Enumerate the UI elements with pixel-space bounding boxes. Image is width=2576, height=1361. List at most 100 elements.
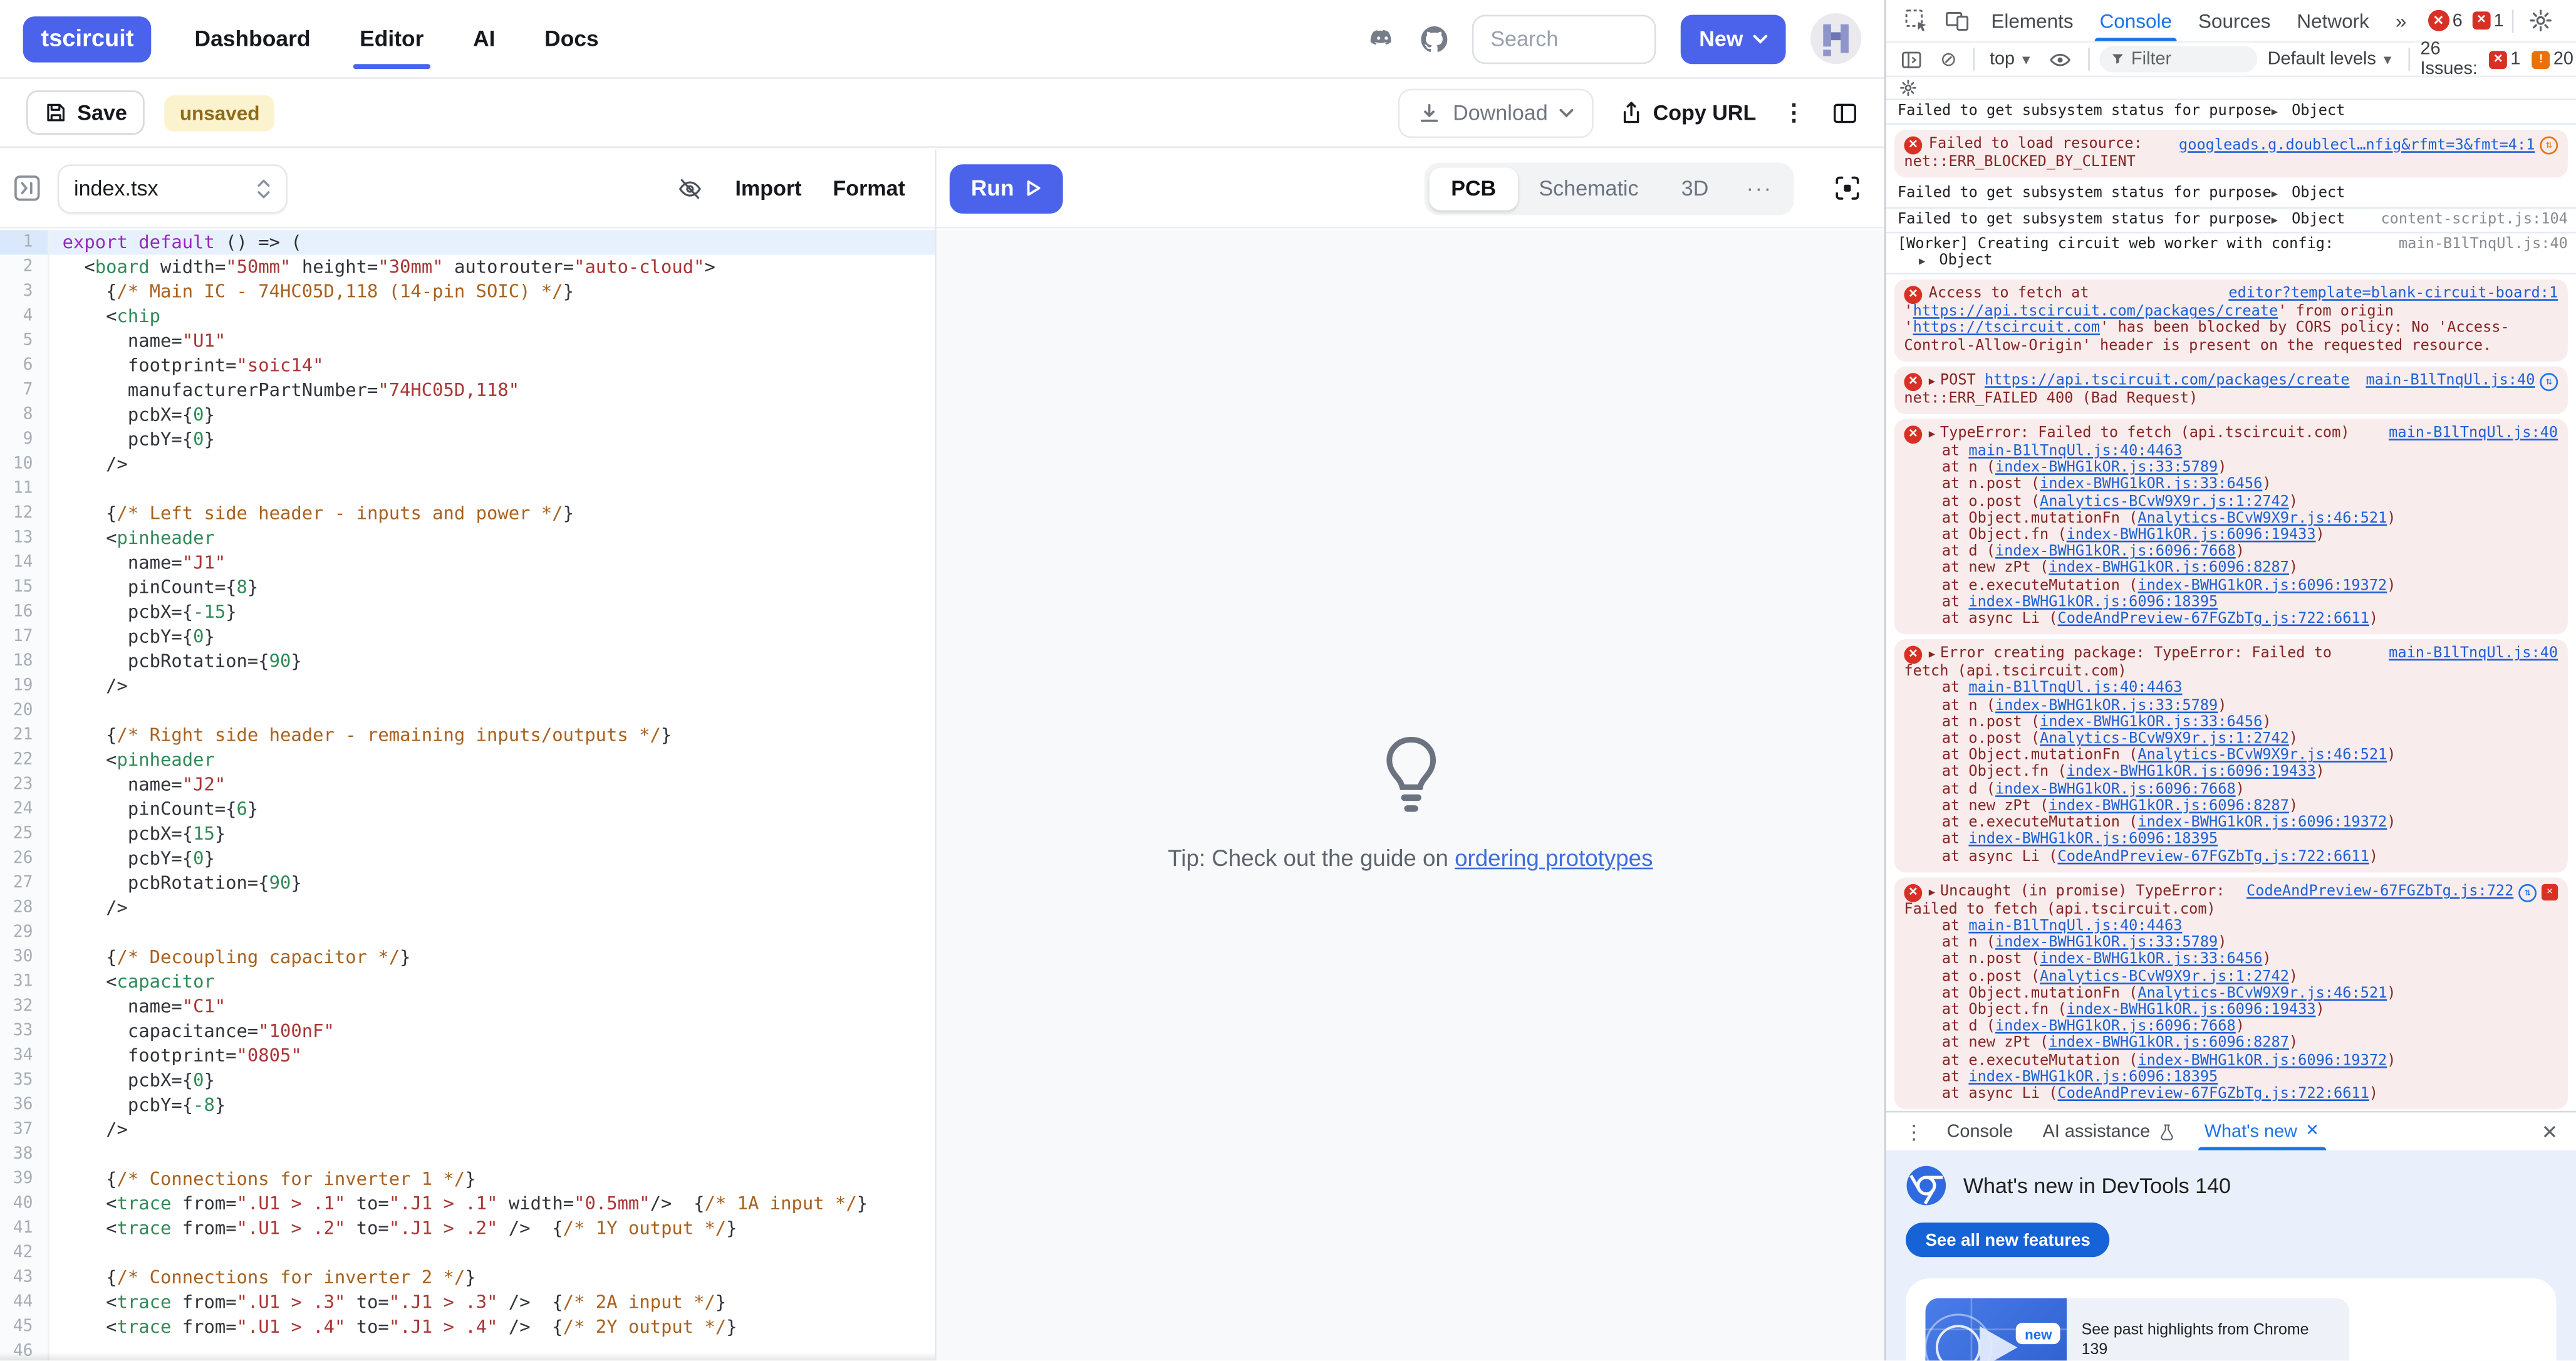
drawer-tab-console[interactable]: Console [1932,1112,2028,1150]
line-content[interactable]: pcbX={15} [49,821,935,846]
code-line[interactable]: 38 [0,1142,935,1167]
eye-icon[interactable] [2042,48,2079,70]
code-line[interactable]: 46 [0,1339,935,1360]
device-toolbar-icon[interactable] [1938,8,1976,33]
more-options-icon[interactable]: ⋮ [1782,98,1805,127]
file-select[interactable]: index.tsx [58,164,288,213]
stack-link[interactable]: main-B1lTnqUl.js:40:4463 [1968,444,2182,460]
devtools-tab-sources[interactable]: Sources [2187,0,2282,41]
line-content[interactable]: <chip [49,304,935,328]
line-content[interactable]: <pinheader [49,526,935,550]
code-line[interactable]: 11 [0,477,935,501]
issues-count-badge[interactable]: ✕1 [2473,11,2504,30]
stack-link[interactable]: index-BWHG1kOR.js:6096:7668 [1995,1019,2236,1035]
close-tab-icon[interactable]: ✕ [2305,1122,2319,1140]
code-line[interactable]: 44 <trace from=".U1 > .3" to=".J1 > .3" … [0,1290,935,1315]
console-source-link[interactable]: editor?template=blank-circuit-board:1 [2228,286,2558,303]
line-content[interactable]: {/* Connections for inverter 1 */} [49,1167,935,1191]
stack-link[interactable]: index-BWHG1kOR.js:33:6456 [2040,952,2262,968]
line-content[interactable]: <trace from=".U1 > .1" to=".J1 > .1" wid… [49,1191,935,1216]
console-source-link[interactable]: main-B1lTnqUl.js:40 [2389,425,2558,442]
line-content[interactable]: <trace from=".U1 > .3" to=".J1 > .3" /> … [49,1290,935,1315]
stack-link[interactable]: Analytics-BCvW9X9r.js:46:521 [2137,748,2387,764]
stack-link[interactable]: index-BWHG1kOR.js:33:6456 [2040,477,2262,494]
line-content[interactable]: pcbY={0} [49,625,935,649]
line-content[interactable]: capacitance="100nF" [49,1019,935,1043]
code-line[interactable]: 1export default () => ( [0,230,935,254]
expand-icon[interactable]: ▶ [1929,884,1935,900]
line-content[interactable]: export default () => ( [49,230,935,254]
expand-icon[interactable]: ▶ [2272,186,2278,203]
code-line[interactable]: 25 pcbX={15} [0,821,935,846]
line-content[interactable]: manufacturerPartNumber="74HC05D,118" [49,378,935,402]
line-content[interactable] [49,1241,935,1265]
code-line[interactable]: 27 pcbRotation={90} [0,871,935,895]
fullscreen-icon[interactable] [1834,174,1862,202]
format-button[interactable]: Format [833,176,905,201]
highlight-item[interactable]: new See past highlights from Chrome 139 [1926,1298,2350,1361]
discord-icon[interactable] [1369,27,1397,50]
console-link[interactable]: https://api.tscircuit.com/packages/creat… [1985,373,2350,389]
line-content[interactable] [49,1339,935,1360]
nav-editor[interactable]: Editor [360,0,423,77]
code-line[interactable]: 36 pcbY={-8} [0,1093,935,1117]
code-line[interactable]: 41 <trace from=".U1 > .2" to=".J1 > .2" … [0,1216,935,1241]
stack-link[interactable]: index-BWHG1kOR.js:6096:19372 [2137,1053,2387,1069]
redissue-icon[interactable]: ✕ [2542,884,2558,900]
line-content[interactable]: {/* Left side header - inputs and power … [49,501,935,526]
drawer-close-icon[interactable]: ✕ [2533,1120,2567,1143]
devtools-menu-icon[interactable]: ⋮ [2563,9,2576,32]
line-content[interactable]: name="J2" [49,773,935,797]
stack-link[interactable]: Analytics-BCvW9X9r.js:1:2742 [2040,731,2289,748]
console-source-link[interactable]: CodeAndPreview-67FGZbTg.js:722 [2246,884,2513,901]
stack-link[interactable]: index-BWHG1kOR.js:33:5789 [1995,698,2218,714]
console-link[interactable]: https://tscircuit.com [1913,321,2100,337]
nav-docs[interactable]: Docs [544,0,599,77]
code-line[interactable]: 22 <pinheader [0,748,935,772]
code-line[interactable]: 10 /> [0,452,935,476]
line-content[interactable]: {/* Decoupling capacitor */} [49,945,935,969]
code-line[interactable]: 15 pinCount={8} [0,575,935,600]
line-content[interactable]: pcbRotation={90} [49,871,935,895]
console-sidebar-icon[interactable] [1894,48,1929,70]
code-line[interactable]: 34 footprint="0805" [0,1043,935,1068]
code-line[interactable]: 30 {/* Decoupling capacitor */} [0,945,935,969]
stack-link[interactable]: index-BWHG1kOR.js:33:5789 [1995,935,2218,951]
line-content[interactable]: name="C1" [49,994,935,1019]
stack-link[interactable]: index-BWHG1kOR.js:6096:7668 [1995,781,2236,798]
line-content[interactable]: <pinheader [49,748,935,772]
expand-icon[interactable]: ▶ [2272,103,2278,120]
stack-link[interactable]: index-BWHG1kOR.js:6096:19433 [2067,528,2316,544]
console-settings-gear-icon[interactable] [1899,79,1918,97]
error-count-badge[interactable]: ✕6 [2428,10,2462,31]
code-line[interactable]: 23 name="J2" [0,773,935,797]
expand-icon[interactable]: ▶ [1929,425,1935,442]
search-input[interactable] [1472,14,1656,63]
code-line[interactable]: 43 {/* Connections for inverter 2 */} [0,1265,935,1290]
line-content[interactable]: /> [49,674,935,698]
line-content[interactable]: /> [49,895,935,920]
download-button[interactable]: Download [1399,88,1594,137]
drawer-tab-ai-assistance[interactable]: AI assistance [2028,1112,2189,1150]
line-content[interactable] [49,1142,935,1167]
console-link[interactable]: https://api.tscircuit.com/packages/creat… [1913,305,2278,321]
code-line[interactable]: 45 <trace from=".U1 > .4" to=".J1 > .4" … [0,1315,935,1339]
stack-link[interactable]: index-BWHG1kOR.js:6096:18395 [1968,1070,2218,1086]
save-button[interactable]: Save [26,90,145,135]
code-line[interactable]: 8 pcbX={0} [0,403,935,427]
console-source-link[interactable]: main-B1lTnqUl.js:40 [2389,646,2558,663]
stack-link[interactable]: index-BWHG1kOR.js:6096:19372 [2137,815,2387,832]
line-content[interactable]: pcbX={-15} [49,600,935,624]
import-button[interactable]: Import [735,176,802,201]
tab-pcb[interactable]: PCB [1430,167,1517,209]
console-source-link[interactable]: main-B1lTnqUl.js:40 [2366,373,2535,390]
line-content[interactable]: pinCount={6} [49,797,935,821]
avatar[interactable] [1810,13,1861,64]
expand-icon[interactable]: ▶ [1929,373,1935,390]
stack-link[interactable]: index-BWHG1kOR.js:6096:18395 [1968,832,2218,848]
stack-link[interactable]: index-BWHG1kOR.js:6096:7668 [1995,545,2236,561]
code-line[interactable]: 40 <trace from=".U1 > .1" to=".J1 > .1" … [0,1191,935,1216]
object-preview[interactable]: Object [2283,186,2345,202]
stack-link[interactable]: main-B1lTnqUl.js:40:4463 [1968,919,2182,935]
stack-link[interactable]: Analytics-BCvW9X9r.js:46:521 [2137,511,2387,527]
